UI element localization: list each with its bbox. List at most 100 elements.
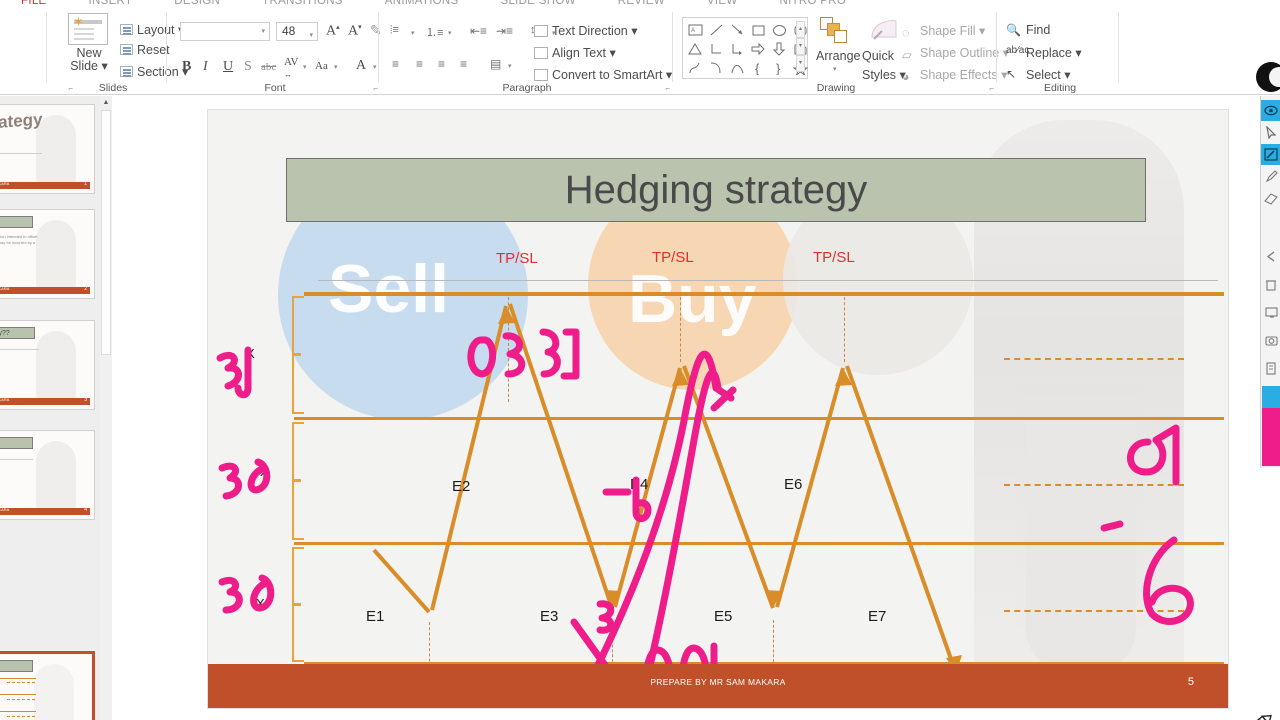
gallery-scroll-down[interactable]: ▾ xyxy=(796,38,805,55)
underline-button[interactable]: U xyxy=(223,59,233,75)
align-right-button[interactable]: ≡ xyxy=(438,57,445,71)
font-dialog-launcher[interactable]: ⌐ xyxy=(373,84,378,93)
arrange-button[interactable]: Arrange xyxy=(816,49,860,63)
reset-button[interactable]: Reset xyxy=(120,43,170,57)
textbox-shape-icon[interactable]: A xyxy=(686,21,705,39)
numbering-button[interactable]: ⒈≡ xyxy=(426,24,443,40)
quick-styles-line1[interactable]: Quick xyxy=(862,49,894,63)
trash-icon[interactable] xyxy=(1261,274,1280,295)
replace-button[interactable]: Replace ▾ xyxy=(1026,45,1082,60)
strikethrough-button[interactable]: abc xyxy=(261,61,276,73)
arrow-shape-icon[interactable] xyxy=(728,21,747,39)
arrange-icon[interactable] xyxy=(820,17,848,43)
select-button[interactable]: Select ▾ xyxy=(1026,67,1071,82)
decrease-indent-button[interactable]: ⇤≡ xyxy=(470,24,487,38)
font-color-button[interactable]: A xyxy=(356,58,366,74)
bold-button[interactable]: B xyxy=(182,59,191,75)
tab-design[interactable]: DESIGN xyxy=(153,0,241,8)
chevron-down-icon[interactable]: ▾ xyxy=(334,63,338,71)
elbow-connector-icon[interactable] xyxy=(707,40,726,58)
increase-font-size-button[interactable]: A▴ xyxy=(326,23,340,40)
tab-file[interactable]: FILE xyxy=(0,0,68,8)
text-shadow-button[interactable]: S xyxy=(244,59,252,75)
drawing-dialog-launcher[interactable]: ⌐ xyxy=(989,84,994,93)
shape-outline-button[interactable]: ▱ Shape Outline ▾ xyxy=(902,45,1009,62)
slide-thumbnail-pane[interactable]: ng Strategy PREPARE BY MR SAM MAKARA 1 e… xyxy=(0,96,112,720)
convert-to-smartart-button[interactable]: Convert to SmartArt ▾ xyxy=(534,67,672,82)
italic-button[interactable]: I xyxy=(203,59,208,75)
tab-review[interactable]: REVIEW xyxy=(597,0,686,8)
screen-icon[interactable] xyxy=(1261,302,1280,323)
freeform-shape-icon[interactable] xyxy=(686,59,705,77)
tab-insert[interactable]: INSERT xyxy=(68,0,154,8)
columns-button[interactable]: ▤ xyxy=(490,57,501,71)
tab-nitro-pro[interactable]: NITRO PRO xyxy=(759,0,868,8)
slide-editing-area[interactable]: Sell Buy Hedging strategy E1 E2 E3 E4 E5… xyxy=(112,96,1272,720)
thumbnail-scrollbar[interactable]: ▲ xyxy=(100,96,112,720)
tab-slide-show[interactable]: SLIDE SHOW xyxy=(480,0,597,8)
quick-styles-line2[interactable]: Styles ▾ xyxy=(862,67,906,82)
clear-formatting-icon[interactable]: ✎ xyxy=(370,23,382,40)
pointer-highlight-icon[interactable] xyxy=(1261,100,1280,121)
chevron-down-icon[interactable]: ▾ xyxy=(373,63,377,71)
font-name-input[interactable]: ▾ xyxy=(180,22,270,41)
decrease-font-size-button[interactable]: A▾ xyxy=(348,23,362,40)
arrow-pointer-icon[interactable] xyxy=(1261,122,1280,143)
bullets-button[interactable]: ⦙≡ xyxy=(390,24,399,37)
increase-indent-button[interactable]: ⇥≡ xyxy=(496,24,513,38)
chevron-down-icon[interactable]: ▾ xyxy=(833,65,837,73)
left-brace-shape-icon[interactable]: { xyxy=(749,59,768,77)
pen-highlight-icon[interactable] xyxy=(1261,144,1280,165)
scroll-up-arrow-icon[interactable]: ▲ xyxy=(100,96,112,110)
pen-icon[interactable] xyxy=(1261,166,1280,187)
curve-shape-icon[interactable] xyxy=(707,59,726,77)
new-slide-icon[interactable]: ✶ xyxy=(68,13,108,45)
scrollbar-thumb[interactable] xyxy=(101,110,111,355)
shape-fill-button[interactable]: ◌ Shape Fill ▾ xyxy=(902,23,985,40)
chevron-down-icon[interactable]: ▾ xyxy=(448,29,452,37)
right-arrow-shape-icon[interactable] xyxy=(749,40,768,58)
rectangle-shape-icon[interactable] xyxy=(749,21,768,39)
thumbnail-slide-2[interactable]: efinition A hedge is an investment posit… xyxy=(0,209,95,299)
font-size-input[interactable]: 48 ▾ xyxy=(276,22,318,41)
paragraph-dialog-launcher[interactable]: ⌐ xyxy=(665,84,670,93)
align-center-button[interactable]: ≡ xyxy=(416,57,423,71)
character-spacing-button[interactable]: AV ↔ xyxy=(284,56,298,80)
arc-shape-icon[interactable] xyxy=(728,59,747,77)
annotation-toolbar[interactable] xyxy=(1260,96,1280,468)
tab-view[interactable]: VIEW xyxy=(686,0,759,8)
oval-shape-icon[interactable] xyxy=(770,21,789,39)
shape-effects-button[interactable]: ◕ Shape Effects ▾ xyxy=(902,67,1007,84)
shapes-gallery[interactable]: A {} ▴ ▾ ▾ xyxy=(682,17,808,79)
align-left-button[interactable]: ≡ xyxy=(392,57,399,71)
new-slide-button[interactable]: New Slide ▾ xyxy=(62,47,116,73)
thumbnail-slide-5-selected[interactable]: ging strategy PREPARE BY MR SAM MAKARA 5 xyxy=(0,651,95,720)
justify-button[interactable]: ≡ xyxy=(460,57,467,71)
find-button[interactable]: Find xyxy=(1026,23,1050,37)
color-swatch-pink[interactable] xyxy=(1262,408,1280,466)
thumbnail-slide-4[interactable]: y Pairs to trade - PREPARE BY MR SAM MAK… xyxy=(0,430,95,520)
chevron-left-icon[interactable] xyxy=(1261,246,1280,267)
change-case-button[interactable]: Aa xyxy=(315,60,328,72)
align-text-button[interactable]: Align Text ▾ xyxy=(534,45,616,60)
triangle-shape-icon[interactable] xyxy=(686,40,705,58)
gallery-scroll-up[interactable]: ▴ xyxy=(796,21,805,38)
color-swatch-blue[interactable] xyxy=(1262,386,1280,408)
thumbnail-slide-1[interactable]: ng Strategy PREPARE BY MR SAM MAKARA 1 xyxy=(0,104,95,194)
tab-animations[interactable]: ANIMATIONS xyxy=(364,0,480,8)
down-arrow-shape-icon[interactable] xyxy=(770,40,789,58)
eraser-icon[interactable] xyxy=(1261,188,1280,209)
text-direction-button[interactable]: Text Direction ▾ xyxy=(534,23,637,38)
shapes-gallery-scroll[interactable]: ▴ ▾ ▾ xyxy=(796,21,805,77)
line-shape-icon[interactable] xyxy=(707,21,726,39)
tab-transitions[interactable]: TRANSITIONS xyxy=(241,0,364,8)
gallery-expand[interactable]: ▾ xyxy=(796,55,805,72)
chevron-down-icon[interactable]: ▾ xyxy=(411,29,415,37)
notes-icon[interactable] xyxy=(1261,358,1280,379)
chevron-down-icon[interactable]: ▾ xyxy=(261,27,265,35)
camera-icon[interactable] xyxy=(1261,330,1280,351)
chevron-down-icon[interactable]: ▾ xyxy=(508,62,512,70)
chevron-down-icon[interactable]: ▾ xyxy=(309,27,313,44)
quick-styles-icon[interactable] xyxy=(868,15,900,45)
chevron-down-icon[interactable]: ▾ xyxy=(303,63,307,71)
